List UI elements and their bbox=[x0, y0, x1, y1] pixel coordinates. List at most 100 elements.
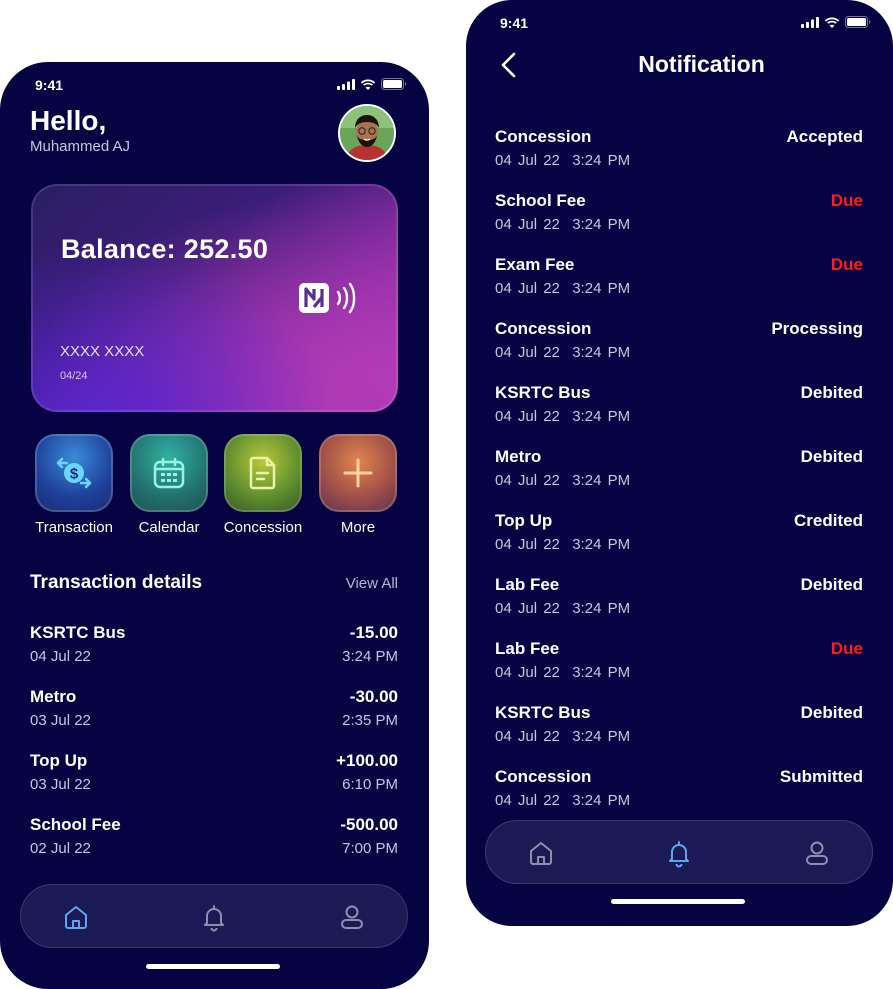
notification-item[interactable]: Concession 04 Jul 22 3:24 PM Processing bbox=[495, 319, 863, 367]
notification-title: Lab Fee bbox=[495, 575, 560, 594]
notification-item[interactable]: School Fee 04 Jul 22 3:24 PM Due bbox=[495, 191, 863, 239]
notification-datetime: 04 Jul 22 3:24 PM bbox=[495, 472, 631, 489]
transaction-time: 6:10 PM bbox=[342, 776, 398, 793]
bell-icon bbox=[669, 841, 689, 868]
notification-status: Processing bbox=[771, 319, 863, 338]
nav-profile[interactable] bbox=[802, 838, 832, 868]
battery-icon bbox=[845, 16, 871, 28]
transaction-name: Metro bbox=[30, 687, 77, 706]
transaction-time: 3:24 PM bbox=[342, 648, 398, 665]
notification-item[interactable]: KSRTC Bus 04 Jul 22 3:24 PM Debited bbox=[495, 703, 863, 751]
svg-text:$: $ bbox=[70, 466, 79, 483]
transaction-date: 03 Jul 22 bbox=[30, 776, 91, 793]
home-indicator bbox=[146, 964, 280, 969]
home-icon bbox=[530, 842, 552, 865]
transaction-button[interactable]: $ Transaction bbox=[34, 434, 114, 536]
transaction-row[interactable]: Top Up 03 Jul 22 +100.00 6:10 PM bbox=[30, 751, 398, 799]
notification-status: Debited bbox=[800, 447, 863, 466]
notification-datetime: 04 Jul 22 3:24 PM bbox=[495, 792, 631, 809]
transaction-row[interactable]: Metro 03 Jul 22 -30.00 2:35 PM bbox=[30, 687, 398, 735]
notification-datetime: 04 Jul 22 3:24 PM bbox=[495, 536, 631, 553]
notification-status: Debited bbox=[800, 383, 863, 402]
notification-status: Accepted bbox=[786, 127, 863, 146]
nav-profile[interactable] bbox=[337, 902, 367, 932]
notification-title: Concession bbox=[495, 767, 592, 786]
nav-home[interactable] bbox=[61, 902, 91, 932]
home-screen: 9:41 Hello, Muhammed AJ Balance: 252.50 bbox=[0, 62, 429, 989]
card-expiry: 04/24 bbox=[60, 370, 88, 382]
transaction-time: 2:35 PM bbox=[342, 712, 398, 729]
calendar-button[interactable]: Calendar bbox=[129, 434, 209, 536]
transaction-section-header: Transaction details View All bbox=[30, 572, 398, 594]
cellular-signal-icon bbox=[801, 16, 819, 28]
view-all-link[interactable]: View All bbox=[346, 575, 398, 592]
notification-item[interactable]: Exam Fee 04 Jul 22 3:24 PM Due bbox=[495, 255, 863, 303]
page-title: Notification bbox=[638, 51, 765, 77]
transaction-row[interactable]: KSRTC Bus 04 Jul 22 -15.00 3:24 PM bbox=[30, 623, 398, 671]
notification-status: Submitted bbox=[779, 767, 863, 786]
more-label: More bbox=[340, 519, 376, 536]
transaction-date: 04 Jul 22 bbox=[30, 648, 91, 665]
transaction-label: Transaction bbox=[35, 519, 113, 536]
status-bar: 9:41 bbox=[0, 62, 429, 106]
transaction-amount: +100.00 bbox=[336, 751, 398, 770]
calendar-icon bbox=[153, 457, 185, 489]
notification-title: Metro bbox=[495, 447, 542, 466]
notification-status: Due bbox=[830, 639, 863, 658]
notification-item[interactable]: Lab Fee 04 Jul 22 3:24 PM Due bbox=[495, 639, 863, 687]
notification-title: Exam Fee bbox=[495, 255, 575, 274]
dollar-exchange-icon: $ bbox=[56, 457, 92, 489]
notification-title: KSRTC Bus bbox=[495, 383, 591, 402]
notification-title: Lab Fee bbox=[495, 639, 560, 658]
nav-home[interactable] bbox=[526, 838, 556, 868]
document-icon bbox=[249, 456, 276, 490]
avatar[interactable] bbox=[338, 104, 396, 162]
notification-item[interactable]: KSRTC Bus 04 Jul 22 3:24 PM Debited bbox=[495, 383, 863, 431]
transaction-date: 03 Jul 22 bbox=[30, 712, 91, 729]
notification-datetime: 04 Jul 22 3:24 PM bbox=[495, 280, 631, 297]
quick-actions: $ Transaction Calendar Concession More bbox=[30, 434, 400, 544]
calendar-label: Calendar bbox=[138, 519, 200, 536]
status-time: 9:41 bbox=[35, 77, 64, 93]
transaction-row[interactable]: School Fee 02 Jul 22 -500.00 7:00 PM bbox=[30, 815, 398, 863]
notification-item[interactable]: Metro 04 Jul 22 3:24 PM Debited bbox=[495, 447, 863, 495]
home-icon bbox=[65, 906, 87, 929]
notification-title: Concession bbox=[495, 127, 592, 146]
concession-button[interactable]: Concession bbox=[223, 434, 303, 536]
transaction-date: 02 Jul 22 bbox=[30, 840, 91, 857]
balance-card[interactable]: Balance: 252.50 XXXX XXXX 04/24 bbox=[31, 184, 398, 412]
notification-title: KSRTC Bus bbox=[495, 703, 591, 722]
notification-datetime: 04 Jul 22 3:24 PM bbox=[495, 216, 631, 233]
notification-item[interactable]: Concession 04 Jul 22 3:24 PM Accepted bbox=[495, 127, 863, 175]
plus-icon bbox=[343, 458, 373, 488]
greeting-block: Hello, Muhammed AJ bbox=[30, 105, 130, 155]
card-number: XXXX XXXX bbox=[60, 343, 145, 360]
balance-amount: Balance: 252.50 bbox=[61, 234, 269, 264]
notification-title: School Fee bbox=[495, 191, 586, 210]
notification-screen: 9:41 Notification Concession 04 Jul 22 3:… bbox=[466, 0, 893, 926]
notification-item[interactable]: Concession 04 Jul 22 3:24 PM Submitted bbox=[495, 767, 863, 815]
transaction-amount: -500.00 bbox=[340, 815, 398, 834]
more-button[interactable]: More bbox=[318, 434, 398, 536]
bottom-nav bbox=[20, 884, 408, 948]
status-bar: 9:41 bbox=[466, 0, 893, 44]
transaction-name: KSRTC Bus bbox=[30, 623, 126, 642]
notification-datetime: 04 Jul 22 3:24 PM bbox=[495, 408, 631, 425]
notification-status: Due bbox=[830, 191, 863, 210]
avatar-photo bbox=[340, 106, 394, 160]
notification-status: Due bbox=[830, 255, 863, 274]
transaction-name: Top Up bbox=[30, 751, 88, 770]
notification-header: Notification bbox=[466, 44, 893, 84]
notification-item[interactable]: Top Up 04 Jul 22 3:24 PM Credited bbox=[495, 511, 863, 559]
notification-status: Debited bbox=[800, 575, 863, 594]
bottom-nav bbox=[485, 820, 873, 884]
nav-notifications[interactable] bbox=[664, 838, 694, 868]
notification-item[interactable]: Lab Fee 04 Jul 22 3:24 PM Debited bbox=[495, 575, 863, 623]
transaction-amount: -15.00 bbox=[349, 623, 398, 642]
notification-title: Top Up bbox=[495, 511, 553, 530]
transaction-amount: -30.00 bbox=[349, 687, 398, 706]
user-name: Muhammed AJ bbox=[30, 138, 131, 155]
nfc-icon bbox=[299, 279, 365, 324]
cellular-signal-icon bbox=[337, 78, 355, 90]
nav-notifications[interactable] bbox=[199, 902, 229, 932]
